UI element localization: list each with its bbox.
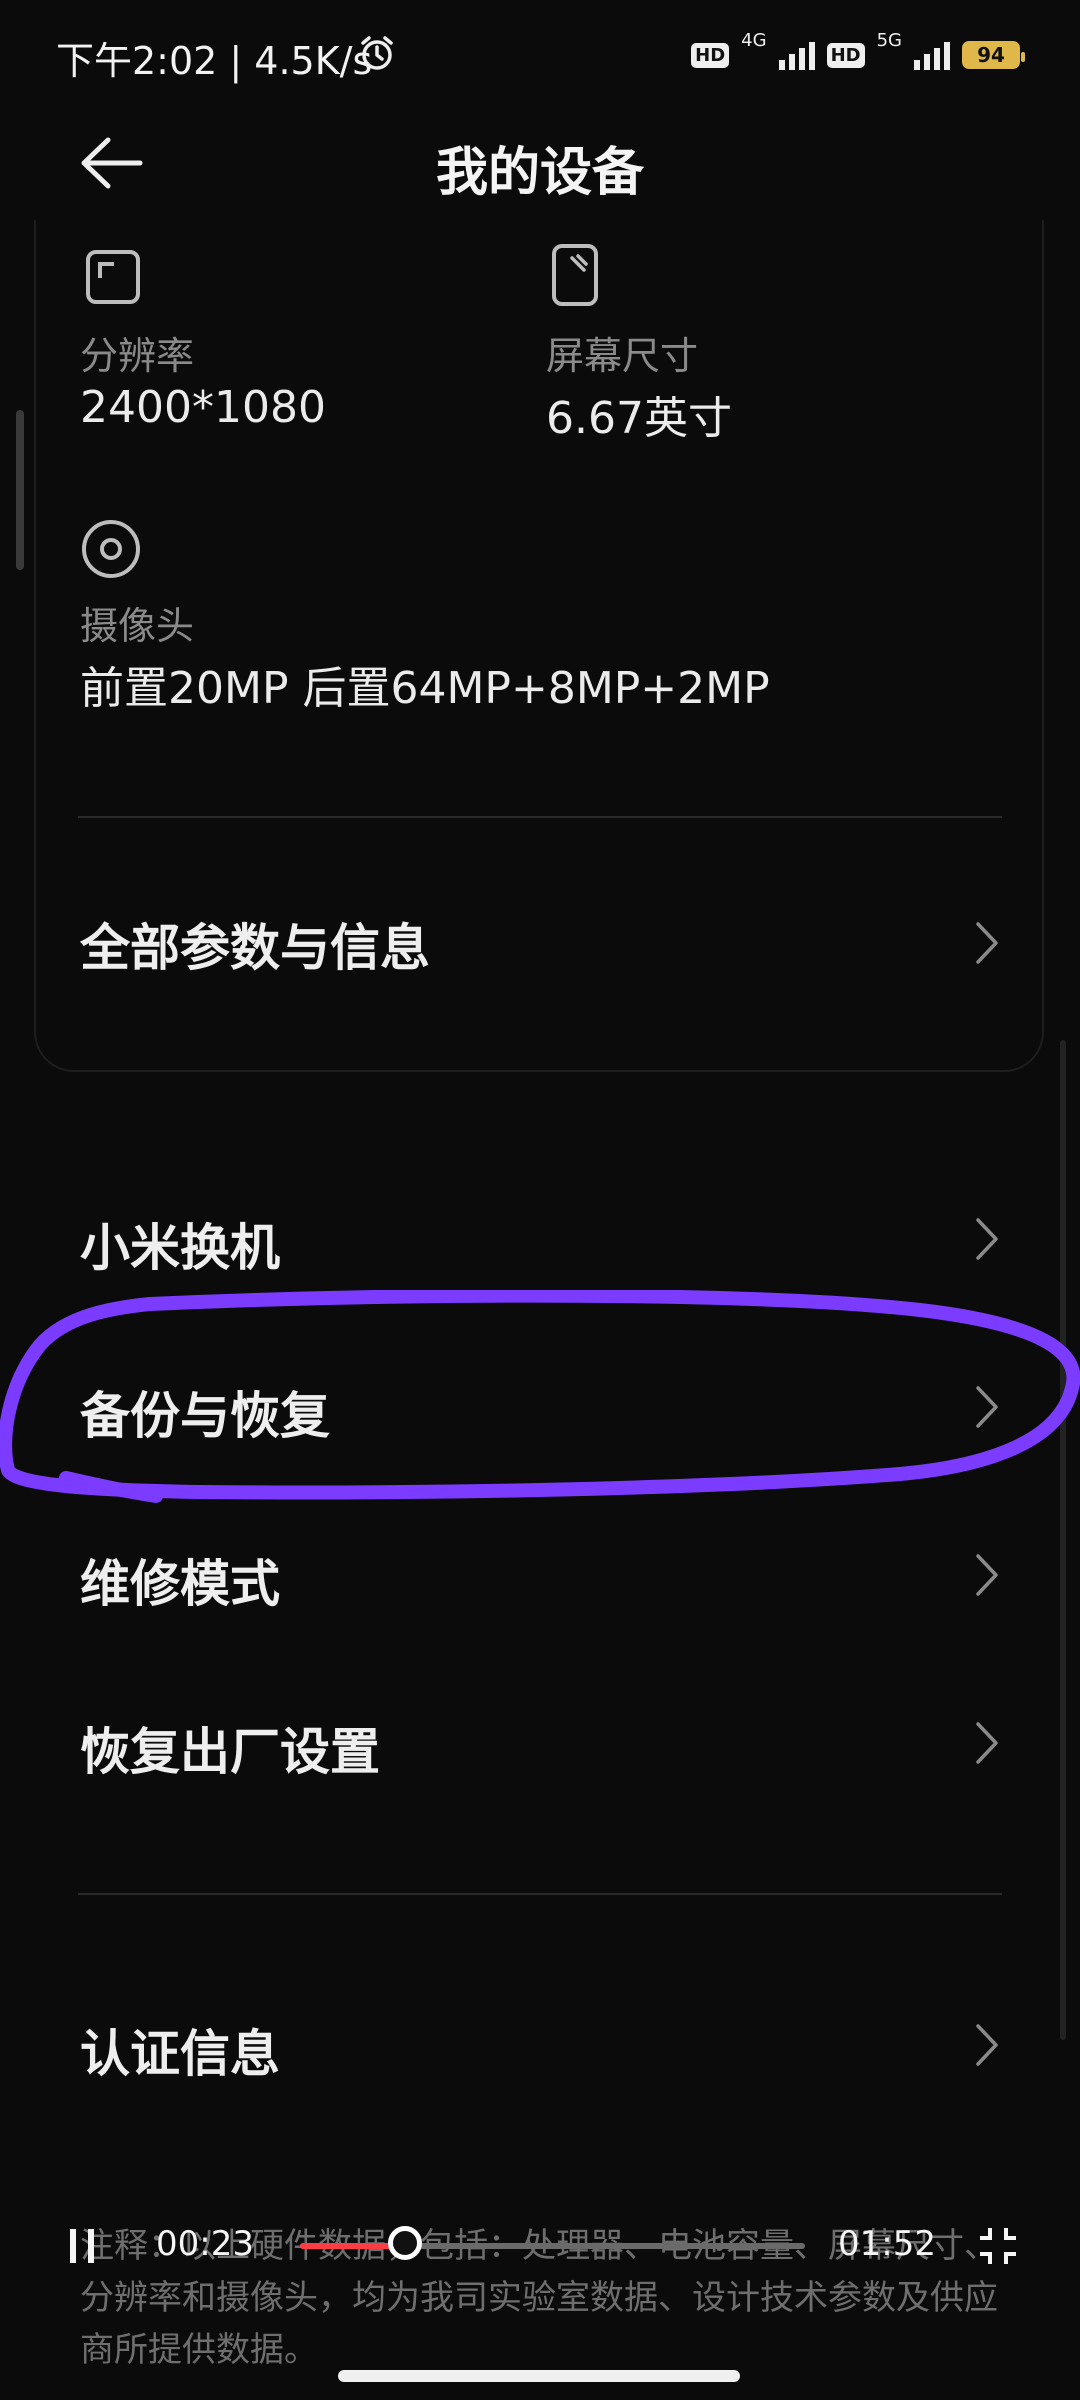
status-time: 下午2:02 | 4.5K/s	[56, 39, 373, 83]
spec-value-camera: 前置20MP 后置64MP+8MP+2MP	[80, 663, 770, 714]
menu-item-mi-mover[interactable]: 小米换机	[80, 1208, 280, 1280]
network-5g-label: 5G	[876, 30, 902, 51]
spec-label-screen-size: 屏幕尺寸	[546, 334, 699, 378]
screen-size-icon	[552, 244, 598, 306]
menu-item-certification[interactable]: 认证信息	[80, 2014, 280, 2086]
hd-badge: HD	[826, 42, 865, 68]
pause-icon[interactable]	[64, 2226, 104, 2266]
divider	[78, 1893, 1002, 1895]
hd-badge: HD	[691, 42, 730, 68]
spec-label-resolution: 分辨率	[80, 334, 195, 378]
alarm-icon	[361, 36, 393, 70]
annotation-circle	[0, 1290, 1080, 1503]
divider	[78, 816, 1002, 818]
spec-label-camera: 摄像头	[80, 604, 195, 648]
battery-icon: 94	[962, 41, 1025, 69]
chevron-right-icon	[976, 922, 998, 964]
signal-icon	[778, 40, 815, 70]
menu-item-factory-reset[interactable]: 恢复出厂设置	[80, 1712, 380, 1784]
spec-value-screen-size: 6.67英寸	[546, 393, 732, 444]
camera-icon	[82, 520, 140, 578]
chevron-right-icon	[976, 1722, 998, 1764]
status-indicators: HD 4G HD 5G 94	[691, 30, 1025, 80]
all-specs-link[interactable]: 全部参数与信息	[80, 908, 430, 980]
chevron-right-icon	[976, 2024, 998, 2066]
spec-value-resolution: 2400*1080	[80, 382, 326, 433]
chevron-right-icon	[976, 1554, 998, 1596]
menu-item-repair-mode[interactable]: 维修模式	[80, 1544, 280, 1616]
scroll-track	[1060, 1040, 1066, 2040]
network-4g-label: 4G	[741, 30, 767, 51]
exit-fullscreen-icon[interactable]	[976, 2224, 1020, 2268]
total-time: 01:52	[838, 2224, 936, 2264]
signal-icon	[914, 40, 950, 70]
progress-knob[interactable]	[388, 2226, 422, 2260]
chevron-right-icon	[976, 1218, 998, 1260]
current-time: 00:23	[156, 2224, 254, 2264]
page-title: 我的设备	[435, 143, 644, 203]
battery-level: 94	[977, 43, 1005, 67]
scroll-indicator	[16, 410, 24, 570]
resolution-icon	[86, 250, 140, 304]
home-indicator[interactable]	[338, 2370, 740, 2382]
